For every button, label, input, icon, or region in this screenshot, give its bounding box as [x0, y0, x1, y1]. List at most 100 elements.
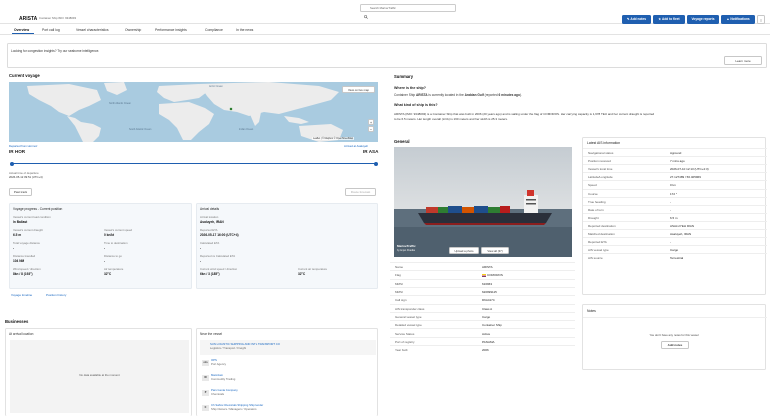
- table-row: Flag COMOROS: [390, 270, 575, 278]
- current-speed: Vessel's current speed 0 kn/kt: [104, 228, 133, 237]
- near-vessel-businesses: Near the vessel SUN LOGISTIC SHIPPING AN…: [196, 328, 378, 416]
- summary-title: Summary: [394, 74, 414, 79]
- ais-title: Latest AIS information: [587, 141, 621, 145]
- tab-port-call-log[interactable]: Port call log: [42, 28, 60, 32]
- position-history-link[interactable]: Position history: [46, 293, 66, 297]
- banner-text: Looking for congestion insights? Try our…: [11, 49, 100, 53]
- no-data-box: No data available at the moment: [10, 340, 189, 413]
- view-all-photos-button[interactable]: View all (37): [481, 247, 509, 254]
- business-item[interactable]: SUN LOGISTIC SHIPPING AND INTL TRANSPORT…: [200, 340, 376, 355]
- near-vessel-label: Near the vessel: [200, 332, 223, 336]
- view-on-live-map-button[interactable]: View on live map: [342, 86, 375, 93]
- tab-bar: [0, 34, 770, 35]
- map-credit: Leaflet | © Mapbox © OpenStreetMap: [312, 137, 355, 140]
- zoom-out-button[interactable]: −: [368, 126, 374, 132]
- arrival-details-card: Arrival details Arrival location Asaluyeh…: [196, 203, 378, 289]
- learn-more-button[interactable]: Learn more: [724, 56, 762, 65]
- no-data-text: No data available at the moment: [79, 373, 120, 377]
- departure-port[interactable]: IR HOR: [9, 149, 25, 154]
- business-logo: M: [202, 375, 209, 381]
- add-notes-panel-button[interactable]: Add notes: [661, 341, 689, 349]
- search-input[interactable]: Search MarineTraffic: [360, 4, 456, 20]
- current-voyage-title: Current voyage: [9, 73, 40, 78]
- vessel-photo[interactable]: MarineTraffic by Anjan Khadka Upload a p…: [394, 147, 572, 257]
- businesses-title: Businesses: [5, 319, 29, 324]
- departed-label: Departed from Hormoz: [9, 144, 38, 148]
- calculated-eta: Calculated ETA -: [200, 241, 220, 250]
- table-row: MMSI 616963: [390, 278, 575, 287]
- add-to-fleet-button[interactable]: ★ Add to fleet: [653, 15, 685, 24]
- table-row: Call sign D6A4174: [390, 295, 575, 303]
- time-to-destination: Time to destination -: [104, 241, 128, 250]
- arrival-label: Arrived at Asaluyeh: [344, 144, 369, 148]
- tab-active-indicator: [12, 33, 34, 35]
- table-row: Course 172 °: [583, 188, 767, 197]
- business-type: Logistics / Transport / Freight: [210, 346, 247, 350]
- add-notes-button[interactable]: ✎ Add notes: [622, 15, 651, 24]
- tab-in-the-news[interactable]: In the news: [236, 28, 253, 32]
- tab-compliance[interactable]: Compliance: [205, 28, 223, 32]
- table-row: Rate of turn -: [583, 204, 767, 213]
- departure-dot: [10, 161, 14, 166]
- tab-ownership[interactable]: Ownership: [125, 28, 141, 32]
- business-item[interactable]: C Ch Sahra Chemicals Shipping Ship lende…: [200, 402, 376, 415]
- business-item[interactable]: P Pars Genia Company Chemicals: [200, 387, 376, 400]
- voyage-timeline-link[interactable]: Voyage timeline: [11, 293, 32, 297]
- flag-icon: [9, 16, 16, 21]
- tab-overview[interactable]: Overview: [14, 28, 29, 32]
- reported-eta: Reported ETA 2026-05-17 16:00 (UTC+4): [200, 228, 239, 237]
- table-row: Service Status Active: [390, 328, 575, 336]
- notifications-button[interactable]: ▲ Notifications: [721, 15, 755, 24]
- voyage-map[interactable]: Arctic Ocean North Atlantic Ocean South …: [9, 82, 378, 142]
- vessel-page: ARISTA Container Ship IMO: 9348093 Searc…: [0, 0, 770, 416]
- ais-table: Navigational status Aground Position rece…: [583, 148, 767, 294]
- lat-lon-link[interactable]: 27.127489 / 56.405969: [670, 175, 701, 179]
- table-row: Speed 0 kn: [583, 180, 767, 188]
- upload-photo-button[interactable]: Upload a photo: [449, 247, 479, 254]
- table-row: True heading -: [583, 196, 767, 205]
- table-row: Name ARISTA: [390, 262, 575, 270]
- arrival-location: Arrival location Asaluyeh, IRAN: [200, 215, 224, 224]
- voyage-reports-button[interactable]: Voyage reports: [687, 15, 719, 24]
- business-type: Chemicals: [211, 392, 225, 396]
- business-item[interactable]: M Mamizam Commodity Trading: [200, 372, 376, 385]
- route-forecast-button[interactable]: Route forecast: [345, 188, 376, 196]
- summary-q2: What kind of ship is this?: [394, 103, 438, 107]
- arrival-port[interactable]: IR ASA: [363, 149, 378, 154]
- total-voyage-distance: Total voyage distance -: [13, 241, 40, 250]
- table-row: Position received 7 mins ago: [583, 156, 767, 164]
- ship-photo: [394, 147, 572, 257]
- tab-performance-insights[interactable]: Performance insights: [155, 28, 187, 32]
- vessel-subtitle: Container Ship IMO: 9348093: [39, 16, 77, 20]
- current-draught: Vessel's current draught 6.5 m: [13, 228, 43, 237]
- business-item[interactable]: OPS OPS Port Agency: [200, 357, 376, 370]
- table-row: General vessel type Cargo: [390, 311, 575, 320]
- voyage-progress-title: Voyage progress - Current position: [13, 207, 63, 211]
- summary-a1: Container Ship ARISTA is currently locat…: [394, 93, 522, 97]
- current-air-temperature: Current air temperature 32°C: [298, 267, 328, 276]
- general-table: Name ARISTA Flag COMOROS MMSI 616963 MMSI 62…: [390, 262, 575, 354]
- arrival-details-title: Arrival details: [200, 207, 220, 211]
- notes-empty-text: You don't have any notes for this vessel: [649, 333, 699, 337]
- table-row: Year built 2006: [390, 345, 575, 353]
- atd-value: 2026-05-12 09:51 (UTC+4): [9, 175, 43, 179]
- table-row: Vessel's local time 2026-07-10 12:13 (UTC…: [583, 164, 767, 172]
- notes-panel: Notes You don't have any notes for this …: [582, 304, 767, 370]
- tab-vessel-characteristics[interactable]: Vessel characteristics: [76, 28, 109, 32]
- business-type: Commodity Trading: [211, 377, 236, 381]
- arrival-location-businesses: At arrival location No data available at…: [5, 328, 192, 416]
- summary-q1: Where is the ship?: [394, 86, 426, 90]
- table-row: Latitude/Longitude 27.127489 / 56.405969: [583, 172, 767, 180]
- zoom-in-button[interactable]: +: [368, 119, 374, 125]
- search-icon: [364, 6, 368, 20]
- insights-banner: Looking for congestion insights? Try our…: [7, 43, 767, 68]
- past-track-button[interactable]: Past track: [9, 188, 32, 196]
- map-label-north-atlantic: North Atlantic Ocean: [109, 102, 131, 105]
- table-row: Detailed vessel type Container Ship: [390, 320, 575, 328]
- table-row: AIS vessel type Cargo: [583, 245, 767, 253]
- voyage-progress-card: Voyage progress - Current position Vesse…: [9, 203, 192, 289]
- more-options-button[interactable]: ⋮: [757, 15, 765, 24]
- distance-to-go: Distance to go -: [104, 254, 122, 263]
- map-label-indian: Indian Ocean: [239, 128, 254, 131]
- current-wind: Current wind speed / direction 6kn / 3 (1…: [200, 267, 238, 276]
